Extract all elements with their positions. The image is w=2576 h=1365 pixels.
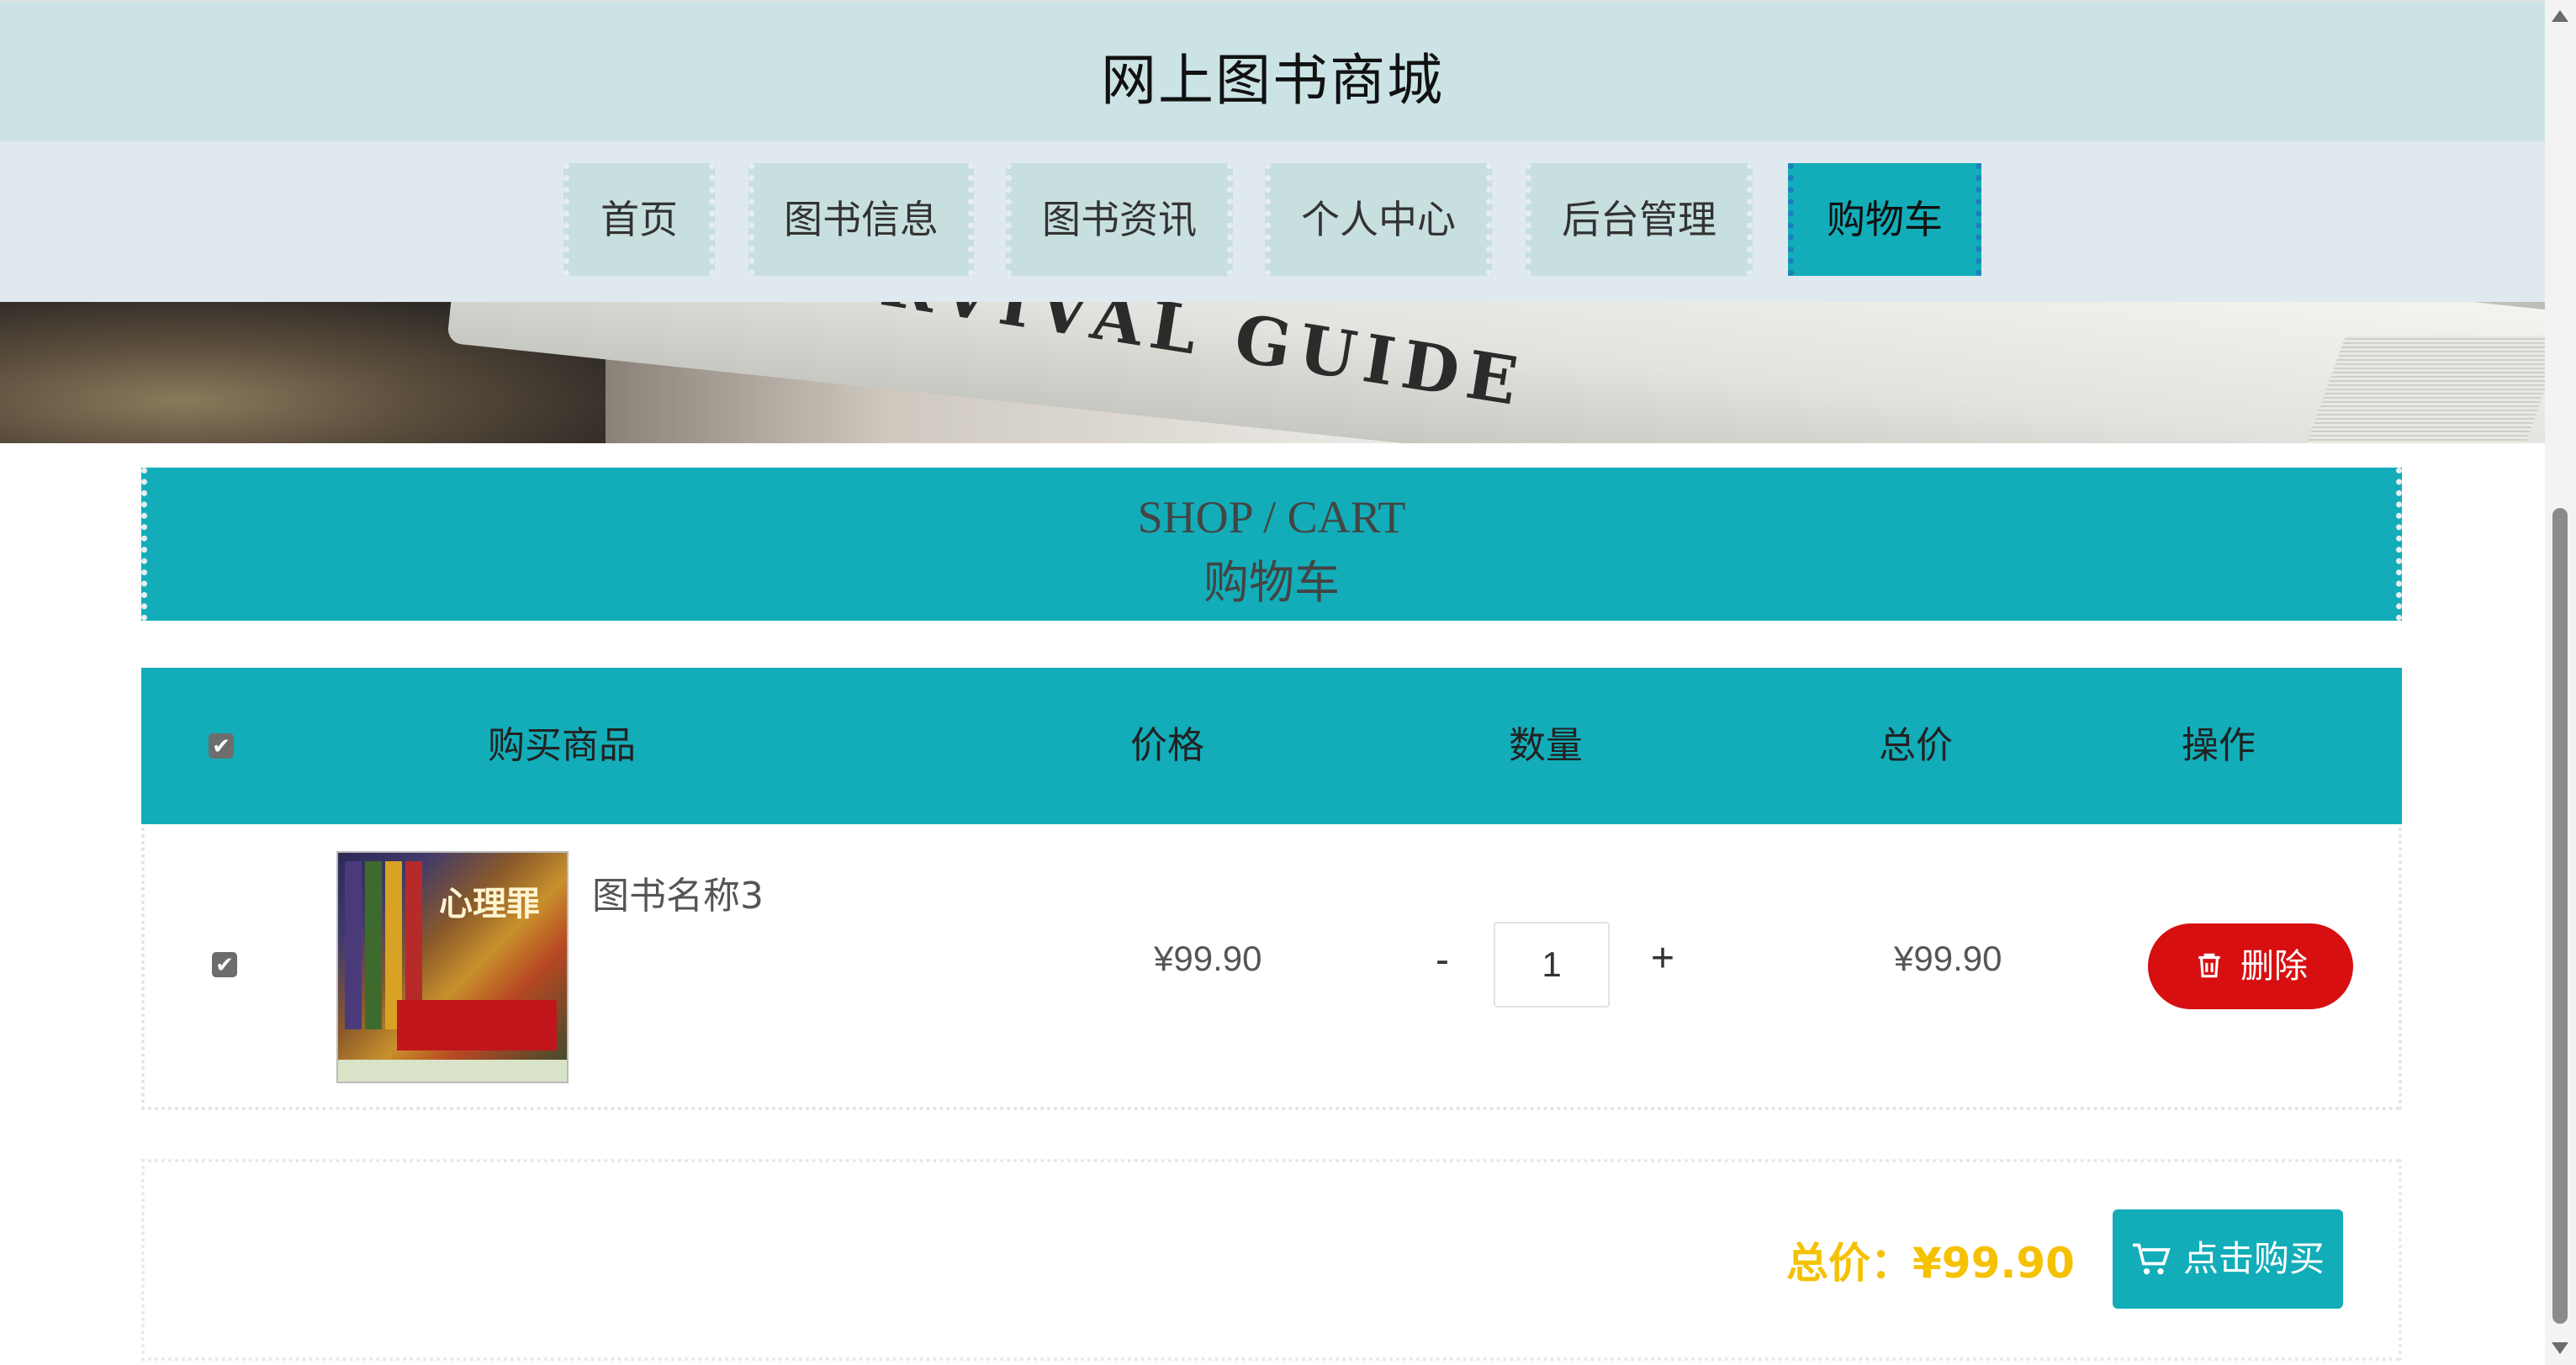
buy-button-label: 点击购买 bbox=[2182, 1238, 2325, 1279]
site-title: 网上图书商城 bbox=[1101, 48, 1444, 113]
quantity-input[interactable]: 1 bbox=[1494, 922, 1610, 1008]
item-price: ¥99.90 bbox=[1154, 939, 1262, 978]
scroll-thumb[interactable] bbox=[2552, 508, 2568, 1324]
section-title-cn: 购物车 bbox=[1203, 556, 1340, 609]
vertical-scrollbar[interactable] bbox=[2545, 0, 2576, 1365]
header-action: 操作 bbox=[2182, 724, 2256, 767]
book-name[interactable]: 图书名称3 bbox=[592, 865, 764, 919]
nav-item-personal-center[interactable]: 个人中心 bbox=[1265, 163, 1492, 276]
item-total: ¥99.90 bbox=[1894, 939, 2002, 978]
cart-table-header: ✔ 购买商品 价格 数量 总价 操作 bbox=[141, 668, 2402, 824]
cart-icon bbox=[2132, 1243, 2171, 1274]
page: 网上图书商城 首页 图书信息 图书资讯 个人中心 后台管理 购物车 SURVIV… bbox=[0, 0, 2545, 1365]
scroll-down-arrow-icon[interactable] bbox=[2552, 1342, 2568, 1354]
book-cover-image[interactable]: 心理罪 bbox=[336, 851, 569, 1083]
delete-button-label: 删除 bbox=[2240, 947, 2308, 986]
section-title-en: SHOP / CART bbox=[1137, 492, 1406, 542]
scroll-up-arrow-icon[interactable] bbox=[2552, 10, 2568, 22]
nav-item-admin[interactable]: 后台管理 bbox=[1526, 163, 1753, 276]
cart-summary: 总价：¥99.90 点击购买 bbox=[141, 1159, 2402, 1361]
select-all-checkbox[interactable]: ✔ bbox=[209, 733, 234, 759]
site-header: 网上图书商城 bbox=[0, 0, 2545, 141]
nav-item-home[interactable]: 首页 bbox=[563, 163, 715, 276]
main-nav: 首页 图书信息 图书资讯 个人中心 后台管理 购物车 bbox=[0, 141, 2545, 302]
table-row: ✔ 心理罪 图书名称3 ¥99.90 - 1 + ¥99.90 删除 bbox=[141, 828, 2402, 1110]
quantity-increase-button[interactable]: + bbox=[1642, 935, 1684, 981]
section-title: SHOP / CART 购物车 bbox=[141, 468, 2402, 621]
book-cover-title: 心理罪 bbox=[439, 884, 540, 923]
delete-button[interactable]: 删除 bbox=[2148, 923, 2353, 1009]
nav-item-book-news[interactable]: 图书资讯 bbox=[1006, 163, 1233, 276]
buy-button[interactable]: 点击购买 bbox=[2113, 1209, 2343, 1309]
banner-image: SURVIVAL GUIDE bbox=[0, 302, 2545, 443]
header-total: 总价 bbox=[1879, 724, 1953, 767]
row-checkbox[interactable]: ✔ bbox=[212, 952, 237, 977]
header-price: 价格 bbox=[1130, 724, 1204, 767]
total-price: 总价：¥99.90 bbox=[1786, 1239, 2075, 1288]
quantity-decrease-button[interactable]: - bbox=[1421, 937, 1463, 983]
trash-icon bbox=[2198, 953, 2220, 978]
header-product: 购买商品 bbox=[488, 724, 636, 767]
nav-item-cart[interactable]: 购物车 bbox=[1788, 163, 1981, 276]
nav-item-book-info[interactable]: 图书信息 bbox=[748, 163, 974, 276]
header-quantity: 数量 bbox=[1509, 724, 1583, 767]
